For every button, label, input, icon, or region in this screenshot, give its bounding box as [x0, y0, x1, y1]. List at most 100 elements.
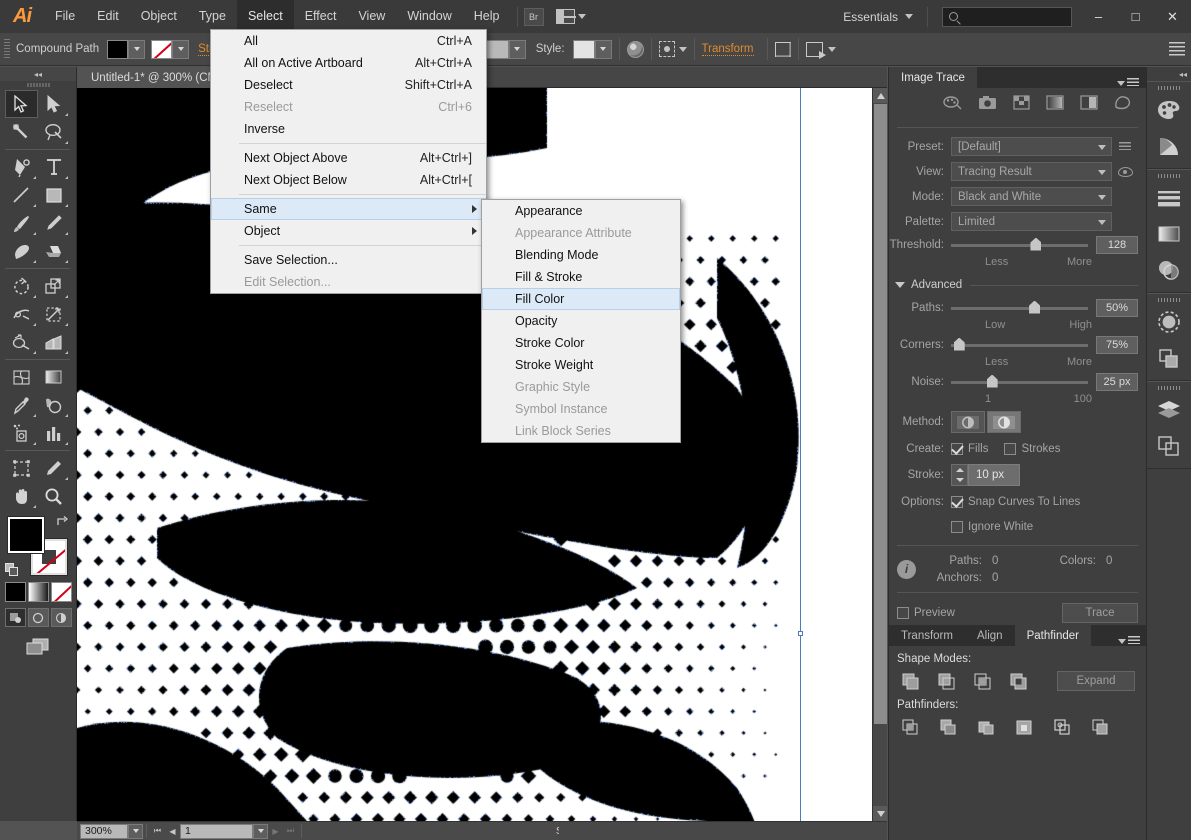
grayscale-icon[interactable]: [1046, 94, 1064, 115]
menu-item-deselect[interactable]: Deselect Shift+Ctrl+A: [211, 74, 486, 96]
close-button[interactable]: ✕: [1154, 0, 1191, 33]
threshold-field[interactable]: 128: [1096, 236, 1138, 254]
image-trace-panel-menu[interactable]: [1117, 78, 1139, 88]
pathfinder-panel-menu[interactable]: [1118, 636, 1140, 646]
bridge-icon[interactable]: Br: [523, 7, 544, 26]
tool-rectangle[interactable]: [38, 181, 71, 209]
view-select[interactable]: Tracing Result: [951, 162, 1112, 181]
tool-zoom[interactable]: [38, 482, 71, 510]
stroke-dropdown-button[interactable]: [172, 39, 190, 59]
opacity-dropdown[interactable]: [508, 39, 526, 59]
tools-collapse-button[interactable]: ◂◂: [0, 67, 76, 81]
graphic-styles-panel-icon[interactable]: [1147, 340, 1191, 376]
threshold-slider[interactable]: [951, 237, 1088, 251]
selection-anchor[interactable]: [798, 631, 803, 636]
tool-eraser[interactable]: [38, 237, 71, 265]
graphic-style-swatch[interactable]: [572, 39, 595, 59]
tool-selection[interactable]: [5, 90, 38, 118]
none-button[interactable]: [50, 582, 72, 602]
tool-artboard[interactable]: [5, 454, 38, 482]
menu-item-all-on-active-artboard[interactable]: All on Active Artboard Alt+Ctrl+A: [211, 52, 486, 74]
view-toggle-button[interactable]: [1112, 166, 1138, 177]
document-tab[interactable]: Untitled-1* @ 300% (CM: [77, 67, 233, 88]
last-artboard-button[interactable]: ⏭: [283, 823, 298, 839]
unite-button[interactable]: [899, 670, 921, 692]
rail-expand-button[interactable]: ◂◂: [1147, 67, 1191, 81]
zoom-level-field[interactable]: 300%: [80, 823, 128, 839]
menu-edit[interactable]: Edit: [86, 0, 130, 33]
first-artboard-button[interactable]: ⏮: [150, 823, 165, 839]
same-submenu-dropdown[interactable]: Appearance Appearance Attribute Blending M…: [481, 199, 681, 443]
gradient-panel-icon[interactable]: [1147, 216, 1191, 252]
rail-gripper[interactable]: [1158, 298, 1180, 302]
high-color-icon[interactable]: [978, 95, 997, 115]
workspace-switcher[interactable]: Essentials: [835, 10, 921, 24]
menu-item-next-object-below[interactable]: Next Object Below Alt+Ctrl+[: [211, 169, 486, 191]
tool-perspective-grid[interactable]: [38, 328, 71, 356]
tool-slice[interactable]: [38, 454, 71, 482]
palette-select[interactable]: Limited: [951, 212, 1112, 231]
preset-manage-button[interactable]: [1112, 141, 1138, 152]
tab-align[interactable]: Align: [964, 625, 1015, 646]
tool-shape-builder[interactable]: [5, 328, 38, 356]
tool-scale[interactable]: [38, 272, 71, 300]
minimize-button[interactable]: –: [1080, 0, 1117, 33]
rail-gripper[interactable]: [1158, 174, 1180, 178]
previous-artboard-button[interactable]: ◀: [165, 823, 180, 839]
tool-eyedropper[interactable]: [5, 391, 38, 419]
crop-button[interactable]: [1013, 716, 1035, 738]
draw-inside-button[interactable]: [50, 608, 72, 627]
menu-item-same[interactable]: Same: [211, 198, 486, 220]
chevron-up-icon[interactable]: [955, 468, 964, 472]
tools-gripper[interactable]: [26, 83, 50, 87]
stroke-spinner[interactable]: [951, 464, 968, 486]
artboard-number-field[interactable]: 1: [180, 823, 253, 839]
draw-normal-button[interactable]: [4, 608, 26, 627]
select-menu-dropdown[interactable]: All Ctrl+A All on Active Artboard Alt+Ctrl+…: [210, 29, 487, 294]
preset-select[interactable]: [Default]: [951, 137, 1112, 156]
menu-item-stroke-weight[interactable]: Stroke Weight: [482, 354, 680, 376]
chevron-down-icon[interactable]: [827, 46, 836, 52]
artboards-panel-icon[interactable]: [1147, 428, 1191, 464]
draw-behind-button[interactable]: [27, 608, 49, 627]
trim-button[interactable]: [937, 716, 959, 738]
tool-paintbrush[interactable]: [5, 209, 38, 237]
mode-select[interactable]: Black and White: [951, 187, 1112, 206]
screen-mode-button[interactable]: [0, 637, 76, 657]
fill-dropdown-button[interactable]: [128, 39, 146, 59]
snap-curves-checkbox[interactable]: [951, 495, 963, 508]
outline-button[interactable]: [1051, 716, 1073, 738]
low-color-icon[interactable]: [1013, 94, 1030, 115]
stroke-value-field[interactable]: 10 px: [968, 464, 1020, 486]
preview-checkbox[interactable]: [897, 607, 909, 619]
chevron-down-icon[interactable]: [955, 478, 964, 482]
select-similar-icon[interactable]: [805, 41, 826, 59]
corners-knob[interactable]: [953, 337, 965, 351]
align-icon[interactable]: [774, 41, 791, 57]
strokes-checkbox[interactable]: [1004, 442, 1017, 455]
tool-magic-wand[interactable]: [5, 118, 38, 146]
transparency-panel-icon[interactable]: [1147, 252, 1191, 288]
arrange-documents-button[interactable]: [555, 9, 586, 24]
tool-direct-selection[interactable]: [38, 90, 71, 118]
control-bar-gripper[interactable]: [4, 39, 10, 59]
color-guide-panel-icon[interactable]: [1147, 128, 1191, 164]
menu-item-blending-mode[interactable]: Blending Mode: [482, 244, 680, 266]
chevron-down-icon[interactable]: [678, 46, 687, 52]
intersect-button[interactable]: [971, 670, 993, 692]
menu-item-inverse[interactable]: Inverse: [211, 118, 486, 140]
black-white-icon[interactable]: [1080, 94, 1098, 115]
scroll-down-button[interactable]: [873, 806, 887, 821]
layers-panel-icon[interactable]: [1147, 392, 1191, 428]
method-overlapping-button[interactable]: [987, 411, 1021, 433]
fill-color-box[interactable]: [8, 517, 44, 553]
menu-item-fill-color[interactable]: Fill Color: [482, 288, 680, 310]
tool-width[interactable]: [5, 300, 38, 328]
artboard-dropdown[interactable]: [253, 823, 268, 839]
rail-gripper[interactable]: [1158, 86, 1180, 90]
search-input[interactable]: [942, 6, 1072, 27]
fill-color-swatch[interactable]: [107, 39, 129, 59]
menu-item-fill-stroke[interactable]: Fill & Stroke: [482, 266, 680, 288]
horizontal-scrollbar[interactable]: [559, 822, 887, 840]
tool-gradient[interactable]: [38, 363, 71, 391]
